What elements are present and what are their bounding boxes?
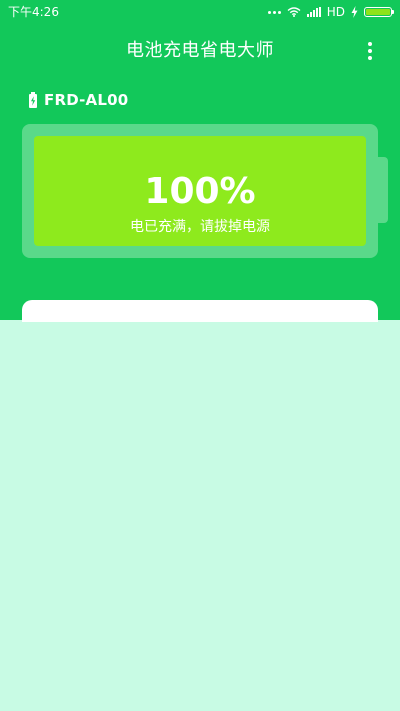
battery-terminal (378, 157, 388, 223)
wifi-icon (287, 7, 301, 17)
more-vertical-icon (368, 42, 372, 46)
dots-icon (267, 10, 281, 14)
network-type-label: HD (326, 5, 345, 19)
charging-bolt-icon (351, 6, 358, 18)
battery-charging-icon (29, 92, 37, 108)
more-menu-button[interactable] (364, 39, 376, 63)
battery-percent: 100% (144, 171, 256, 212)
device-name: FRD-AL00 (44, 91, 129, 109)
device-info: FRD-AL00 (28, 90, 128, 110)
status-bar: 下午4:26 HD (0, 0, 400, 24)
signal-icon (306, 7, 321, 17)
status-icons: HD (267, 4, 394, 20)
status-time: 下午4:26 (8, 5, 59, 19)
battery-fill: 100% 电已充满，请拔掉电源 (34, 136, 366, 246)
content-card (22, 300, 378, 322)
battery-gauge: 100% 电已充满，请拔掉电源 (22, 124, 378, 258)
charging-status-message: 电已充满，请拔掉电源 (130, 219, 270, 235)
page-title: 电池充电省电大师 (126, 40, 274, 61)
battery-icon (364, 7, 394, 17)
